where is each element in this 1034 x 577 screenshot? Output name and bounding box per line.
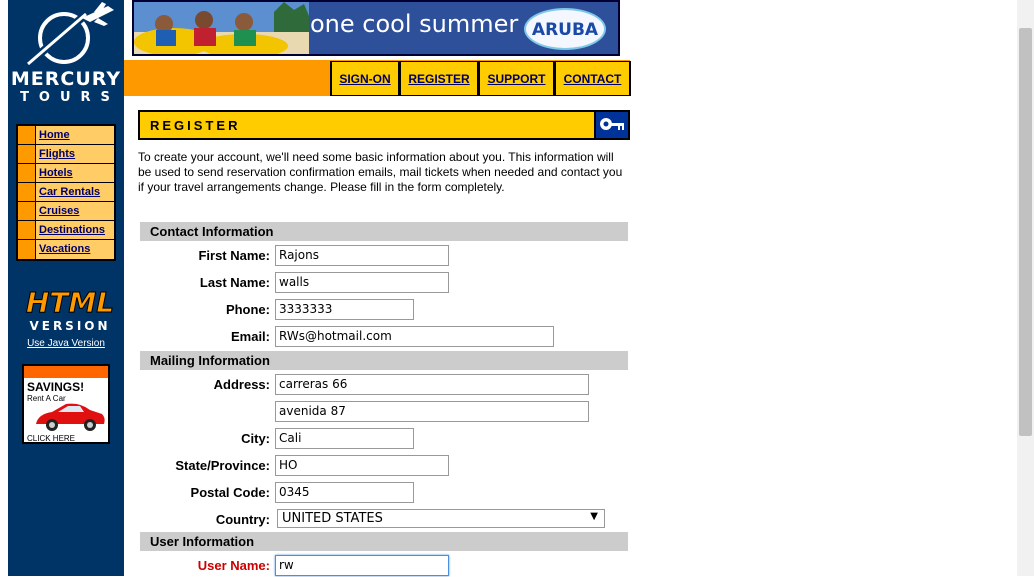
key-icon: [600, 118, 624, 130]
sidebar-item-cruises[interactable]: Cruises: [18, 202, 114, 221]
postal-label: Postal Code:: [190, 485, 270, 500]
phone-field[interactable]: 3333333: [275, 299, 414, 320]
phone-row: Phone: 3333333: [138, 299, 628, 321]
nav-swatch: [18, 221, 36, 239]
logo-title: MERCURY: [10, 68, 122, 90]
left-sidebar: MERCURY TOURS HTML VERSION: [8, 0, 124, 576]
sidebar-link-cruises[interactable]: Cruises: [39, 205, 79, 217]
sidebar-nav: Home Flights Hotels Car Rentals Cruises …: [16, 124, 116, 261]
first-name-label: First Name:: [198, 248, 270, 263]
logo-subtitle: TOURS: [20, 90, 120, 105]
last-name-label: Last Name:: [199, 275, 270, 290]
state-label: State/Province:: [175, 458, 270, 473]
address-line2-field[interactable]: avenida 87: [275, 401, 589, 422]
airplane-logo-icon: [25, 2, 114, 68]
email-field[interactable]: RWs@hotmail.com: [275, 326, 554, 347]
section-contact-info: Contact Information: [140, 222, 628, 241]
vertical-scrollbar[interactable]: [1017, 0, 1034, 576]
sidebar-link-destinations[interactable]: Destinations: [39, 224, 105, 236]
user-name-label: User Name:: [197, 558, 270, 573]
register-header: REGISTER: [138, 110, 630, 140]
address-row: Address: carreras 66: [138, 374, 628, 396]
nav-swatch: [18, 145, 36, 163]
city-row: City: Cali: [138, 428, 628, 450]
promo-banner[interactable]: one cool summer ARUBA: [132, 0, 620, 56]
scrollbar-thumb[interactable]: [1019, 28, 1032, 436]
first-name-row: First Name: Rajons: [138, 245, 628, 267]
email-label: Email:: [230, 329, 270, 344]
sidebar-link-hotels[interactable]: Hotels: [39, 167, 73, 179]
last-name-field[interactable]: walls: [275, 272, 449, 293]
chevron-down-icon: ▼: [590, 511, 598, 522]
sidebar-link-vacations[interactable]: Vacations: [39, 243, 90, 255]
address2-row: avenida 87: [138, 401, 628, 423]
aruba-logo: ARUBA: [524, 8, 606, 50]
car-rental-ad[interactable]: SAVINGS! Rent A Car CLICK HERE: [22, 364, 110, 444]
ad-top-strip: [24, 366, 108, 378]
tab-sign-on[interactable]: SIGN-ON: [330, 61, 399, 96]
nav-swatch: [18, 202, 36, 220]
beach-photo-icon: [134, 2, 309, 54]
html-version-logo-icon: HTML VERSION: [25, 286, 114, 334]
banner-text: one cool summer: [310, 10, 519, 38]
sidebar-item-destinations[interactable]: Destinations: [18, 221, 114, 240]
state-row: State/Province: HO: [138, 455, 628, 477]
last-name-row: Last Name: walls: [138, 272, 628, 294]
postal-row: Postal Code: 0345: [138, 482, 628, 504]
city-label: City:: [241, 431, 270, 446]
section-mailing-info: Mailing Information: [140, 351, 628, 370]
email-row: Email: RWs@hotmail.com: [138, 326, 628, 348]
state-field[interactable]: HO: [275, 455, 449, 476]
phone-label: Phone:: [225, 302, 270, 317]
tab-register[interactable]: REGISTER: [399, 61, 478, 96]
sidebar-item-car-rentals[interactable]: Car Rentals: [18, 183, 114, 202]
nav-swatch: [18, 126, 36, 144]
user-name-row: User Name: rw: [138, 555, 628, 577]
ad-click-here: CLICK HERE: [27, 434, 76, 443]
country-label: Country:: [215, 512, 270, 527]
section-title: Contact Information: [150, 224, 274, 239]
country-select[interactable]: UNITED STATES ▼: [277, 509, 605, 528]
address-line1-field[interactable]: carreras 66: [275, 374, 589, 395]
city-field[interactable]: Cali: [275, 428, 414, 449]
tab-contact[interactable]: CONTACT: [554, 61, 631, 96]
page-title: REGISTER: [150, 118, 241, 133]
svg-text:HTML: HTML: [26, 286, 114, 319]
svg-text:VERSION: VERSION: [29, 319, 110, 333]
section-title: Mailing Information: [150, 353, 270, 368]
intro-text: To create your account, we'll need some …: [138, 150, 623, 194]
sidebar-link-home[interactable]: Home: [39, 129, 70, 141]
country-row: Country: UNITED STATES ▼: [138, 509, 628, 531]
country-value: UNITED STATES: [282, 511, 383, 526]
tab-support[interactable]: SUPPORT: [478, 61, 554, 96]
nav-swatch: [18, 183, 36, 201]
java-version-link[interactable]: Use Java Version: [8, 338, 124, 349]
first-name-field[interactable]: Rajons: [275, 245, 449, 266]
key-icon-box: [594, 110, 630, 140]
postal-field[interactable]: 0345: [275, 482, 414, 503]
nav-swatch: [18, 240, 36, 259]
aruba-logo-text: ARUBA: [531, 20, 599, 40]
user-name-field[interactable]: rw: [275, 555, 449, 576]
top-nav: SIGN-ON REGISTER SUPPORT CONTACT: [330, 61, 631, 96]
address-label: Address:: [213, 377, 270, 392]
section-user-info: User Information: [140, 532, 628, 551]
sidebar-item-home[interactable]: Home: [18, 126, 114, 145]
sidebar-link-flights[interactable]: Flights: [39, 148, 75, 160]
sidebar-item-vacations[interactable]: Vacations: [18, 240, 114, 259]
ad-title: SAVINGS!: [27, 380, 85, 394]
sidebar-link-car-rentals[interactable]: Car Rentals: [39, 186, 100, 198]
sidebar-item-hotels[interactable]: Hotels: [18, 164, 114, 183]
section-title: User Information: [150, 534, 255, 549]
sidebar-item-flights[interactable]: Flights: [18, 145, 114, 164]
nav-swatch: [18, 164, 36, 182]
car-icon: [36, 403, 105, 431]
